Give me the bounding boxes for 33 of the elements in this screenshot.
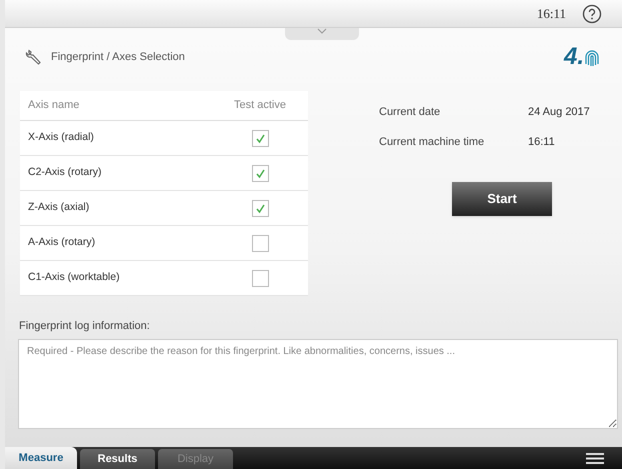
info-value: 24 Aug 2017 <box>528 105 590 120</box>
axis-name: C1-Axis (worktable) <box>28 270 121 286</box>
logo: 4. <box>564 45 600 69</box>
help-icon[interactable] <box>582 4 602 24</box>
chevron-down-icon <box>317 28 327 34</box>
checkmark-icon <box>254 202 266 214</box>
menu-icon[interactable] <box>586 453 604 464</box>
axis-name: A-Axis (rotary) <box>28 235 96 250</box>
info-value: 16:11 <box>528 134 555 150</box>
start-button[interactable]: Start <box>452 182 552 216</box>
column-header: Test active <box>233 98 287 114</box>
log-label: Fingerprint log information: <box>19 319 151 334</box>
page-title: Fingerprint / Axes Selection <box>51 50 185 65</box>
checkbox[interactable] <box>252 200 268 216</box>
log-input-field[interactable]: Required - Please describe the reason for this fingerprint. Like abnormalities, concerns, issues ... <box>18 338 618 428</box>
checkbox[interactable] <box>252 164 268 182</box>
axis-name: Z-Axis (axial) <box>28 200 90 216</box>
wrench-icon <box>25 48 43 66</box>
axis-name: C2-Axis (rotary) <box>28 165 103 180</box>
checkbox[interactable] <box>252 234 268 252</box>
column-header: Axis name <box>28 98 80 114</box>
checkbox[interactable] <box>252 130 268 146</box>
checkmark-icon <box>254 132 266 144</box>
tab[interactable]: Results <box>80 449 155 469</box>
clock-time: 16:11 <box>536 4 566 23</box>
checkbox[interactable] <box>252 270 268 286</box>
fingerprint-icon <box>584 49 600 69</box>
checkmark-icon <box>254 168 266 178</box>
pull-down-handle[interactable] <box>285 28 359 40</box>
axis-name: X-Axis (radial) <box>28 130 95 146</box>
info-label: Current machine time <box>379 134 486 150</box>
tab[interactable]: Measure <box>5 447 77 469</box>
info-label: Current date <box>379 105 442 120</box>
